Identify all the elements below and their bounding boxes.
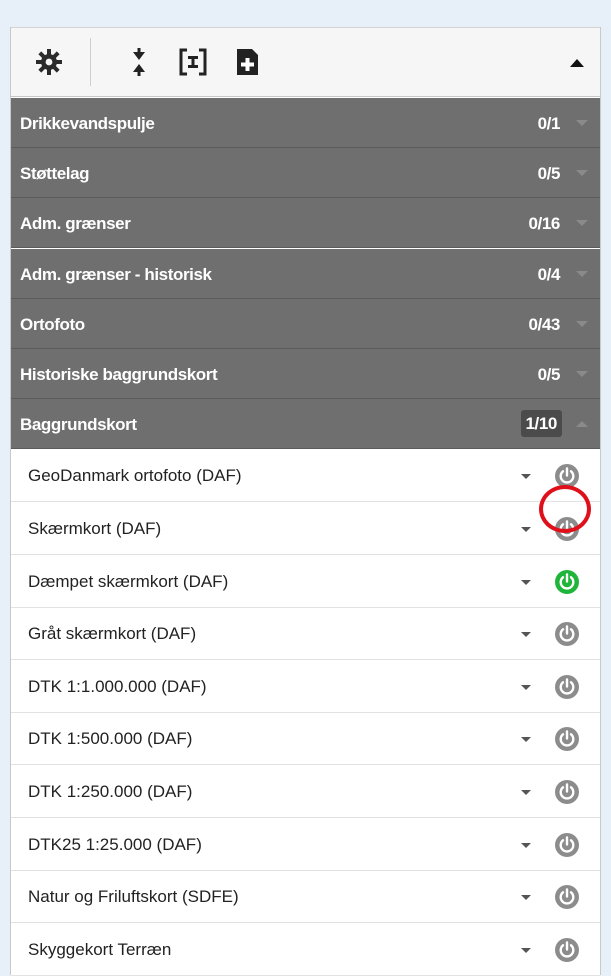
power-toggle-icon[interactable] <box>554 621 580 647</box>
group-label: Støttelag <box>20 164 90 184</box>
group-header[interactable]: Baggrundskort 1/10 <box>11 399 600 450</box>
collapse-all-icon[interactable] <box>177 46 209 78</box>
layer-row: Gråt skærmkort (DAF) <box>11 608 600 661</box>
layer-toolbar <box>11 27 600 97</box>
power-toggle-icon[interactable] <box>554 569 580 595</box>
settings-gear-icon[interactable] <box>33 46 65 78</box>
power-toggle-icon[interactable] <box>554 463 580 489</box>
chevron-down-icon[interactable] <box>574 269 590 279</box>
layer-label[interactable]: DTK25 1:25.000 (DAF) <box>28 835 202 855</box>
group-count-badge: 0/4 <box>537 264 561 284</box>
chevron-down-icon[interactable] <box>574 369 590 379</box>
layer-label[interactable]: Gråt skærmkort (DAF) <box>28 624 196 644</box>
layer-row: DTK 1:1.000.000 (DAF) <box>11 660 600 713</box>
group-header[interactable]: Ortofoto 0/43 <box>11 298 600 349</box>
group-header[interactable]: Adm. grænser - historisk 0/4 <box>11 248 600 299</box>
layer-label[interactable]: DTK 1:1.000.000 (DAF) <box>28 677 207 697</box>
chevron-down-icon[interactable] <box>519 682 533 692</box>
group-count-badge: 0/5 <box>537 365 561 384</box>
layer-label[interactable]: DTK 1:500.000 (DAF) <box>28 729 192 749</box>
group-count-badge: 0/43 <box>528 314 561 334</box>
power-toggle-icon[interactable] <box>554 884 580 910</box>
group-label: Adm. grænser <box>20 214 131 234</box>
layer-label[interactable]: GeoDanmark ortofoto (DAF) <box>28 466 242 486</box>
layer-row: Natur og Friluftskort (SDFE) <box>11 871 600 924</box>
chevron-down-icon[interactable] <box>574 218 590 228</box>
layer-label[interactable]: Skærmkort (DAF) <box>28 519 161 539</box>
chevron-up-icon[interactable] <box>574 419 590 429</box>
layer-label[interactable]: DTK 1:250.000 (DAF) <box>28 782 192 802</box>
power-toggle-icon[interactable] <box>554 937 580 963</box>
layer-row: GeoDanmark ortofoto (DAF) <box>11 450 600 503</box>
layer-row: DTK 1:250.000 (DAF) <box>11 766 600 818</box>
power-toggle-icon[interactable] <box>554 726 580 752</box>
chevron-down-icon[interactable] <box>519 787 533 797</box>
chevron-down-icon[interactable] <box>519 629 533 639</box>
layer-label[interactable]: Skyggekort Terræn <box>28 940 171 960</box>
expand-collapse-arrows-icon[interactable] <box>123 46 155 78</box>
caret-up-icon[interactable] <box>566 52 588 74</box>
group-label: Drikkevandspulje <box>20 114 155 133</box>
chevron-down-icon[interactable] <box>519 524 533 534</box>
chevron-down-icon[interactable] <box>519 945 533 955</box>
group-label: Adm. grænser - historisk <box>20 264 212 284</box>
chevron-down-icon[interactable] <box>574 118 590 128</box>
group-label: Historiske baggrundskort <box>20 365 218 384</box>
layer-panel: Drikkevandspulje 0/1 Støttelag 0/5 Adm. græn… <box>10 27 601 976</box>
group-header[interactable]: Adm. grænser 0/16 <box>11 198 600 249</box>
group-header[interactable]: Historiske baggrundskort 0/5 <box>11 349 600 399</box>
layer-row: DTK25 1:25.000 (DAF) <box>11 818 600 871</box>
chevron-down-icon[interactable] <box>519 471 533 481</box>
group-label: Baggrundskort <box>20 415 137 435</box>
power-toggle-icon[interactable] <box>554 779 580 805</box>
chevron-down-icon[interactable] <box>519 892 533 902</box>
group-count-badge: 0/16 <box>528 214 561 234</box>
group-label: Ortofoto <box>20 314 85 334</box>
power-toggle-icon[interactable] <box>554 674 580 700</box>
group-header[interactable]: Drikkevandspulje 0/1 <box>11 98 600 148</box>
group-count-badge: 1/10 <box>520 410 562 438</box>
layer-row: Dæmpet skærmkort (DAF) <box>11 555 600 608</box>
chevron-down-icon[interactable] <box>574 319 590 329</box>
chevron-down-icon[interactable] <box>574 168 590 178</box>
layer-label[interactable]: Dæmpet skærmkort (DAF) <box>28 572 228 592</box>
chevron-down-icon[interactable] <box>519 734 533 744</box>
power-toggle-icon[interactable] <box>554 832 580 858</box>
group-count-badge: 0/1 <box>537 114 561 133</box>
add-layer-icon[interactable] <box>231 46 263 78</box>
group-count-badge: 0/5 <box>537 164 561 184</box>
toolbar-divider <box>90 38 91 86</box>
chevron-down-icon[interactable] <box>519 577 533 587</box>
layer-label[interactable]: Natur og Friluftskort (SDFE) <box>28 887 239 907</box>
layer-row: Skyggekort Terræn <box>11 923 600 976</box>
layer-row: Skærmkort (DAF) <box>11 503 600 555</box>
chevron-down-icon[interactable] <box>519 840 533 850</box>
layer-row: DTK 1:500.000 (DAF) <box>11 713 600 766</box>
group-header[interactable]: Støttelag 0/5 <box>11 148 600 199</box>
power-toggle-icon[interactable] <box>554 516 580 542</box>
